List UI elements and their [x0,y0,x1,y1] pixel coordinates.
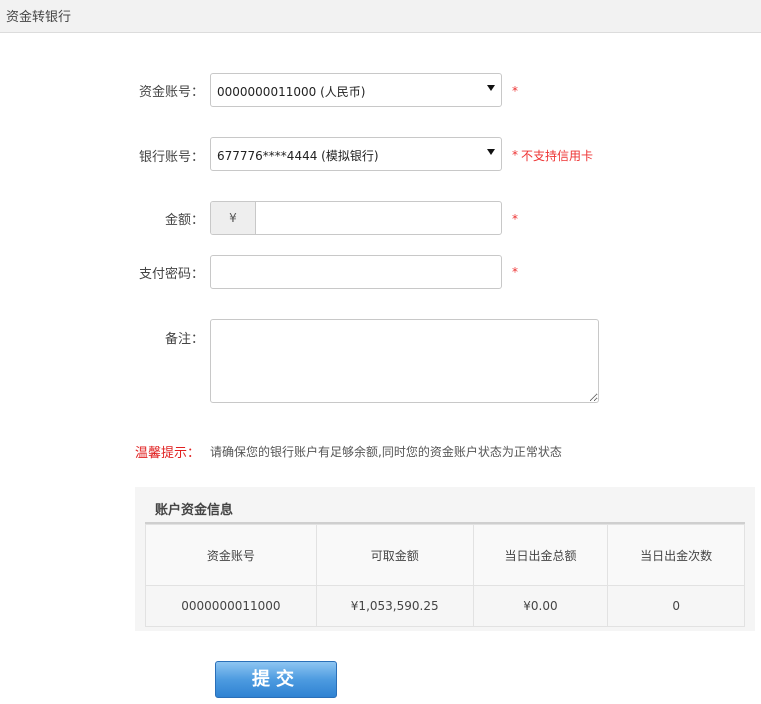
tip-label: 温馨提示： [135,446,201,461]
dropdown-arrow-icon [487,85,495,91]
credit-card-hint: 不支持信用卡 [521,149,594,163]
header-daily-withdraw-count: 当日出金次数 [607,524,745,586]
cell-daily-withdraw-count: 0 [607,585,745,627]
remark-textarea[interactable] [210,319,599,403]
account-info-table: 资金账号 可取金额 当日出金总额 当日出金次数 0000000011000 ¥1… [145,524,745,627]
password-input[interactable] [210,255,502,289]
bank-account-value: 677776****4444 (模拟银行) [217,149,379,163]
fund-account-select[interactable]: 0000000011000 (人民币) [210,73,502,107]
required-mark: * [512,265,518,279]
submit-button[interactable]: 提交 [215,661,337,698]
fund-account-value: 0000000011000 (人民币) [217,85,366,99]
page-title: 资金转银行 [6,10,72,25]
account-info-title: 账户资金信息 [155,503,234,518]
required-mark: * [512,84,518,98]
account-info-panel: 账户资金信息 资金账号 可取金额 当日出金总额 当日出金次数 000000001… [135,487,755,631]
remark-label: 备注： [164,332,204,347]
amount-field: ¥ [210,201,502,235]
fund-account-label: 资金账号： [138,85,204,100]
required-mark: * [512,148,518,162]
currency-prefix: ¥ [211,202,256,234]
amount-label: 金额： [164,213,204,228]
cell-fund-account: 0000000011000 [145,585,317,627]
table-header-row: 资金账号 可取金额 当日出金总额 当日出金次数 [145,524,745,586]
password-label: 支付密码： [138,267,204,282]
bank-account-select[interactable]: 677776****4444 (模拟银行) [210,137,502,171]
tip-text: 请确保您的银行账户有足够余额,同时您的资金账户状态为正常状态 [210,445,562,459]
amount-input[interactable] [257,202,501,234]
required-mark: * [512,212,518,226]
header-available-amount: 可取金额 [315,524,474,586]
dropdown-arrow-icon [487,149,495,155]
bank-account-label: 银行账号： [138,150,204,165]
title-bar: 资金转银行 [0,0,761,33]
table-row: 0000000011000 ¥1,053,590.25 ¥0.00 0 [145,585,745,627]
header-daily-withdraw-total: 当日出金总额 [472,524,609,586]
cell-daily-withdraw-total: ¥0.00 [472,585,609,627]
header-fund-account: 资金账号 [145,524,317,586]
cell-available-amount: ¥1,053,590.25 [315,585,474,627]
